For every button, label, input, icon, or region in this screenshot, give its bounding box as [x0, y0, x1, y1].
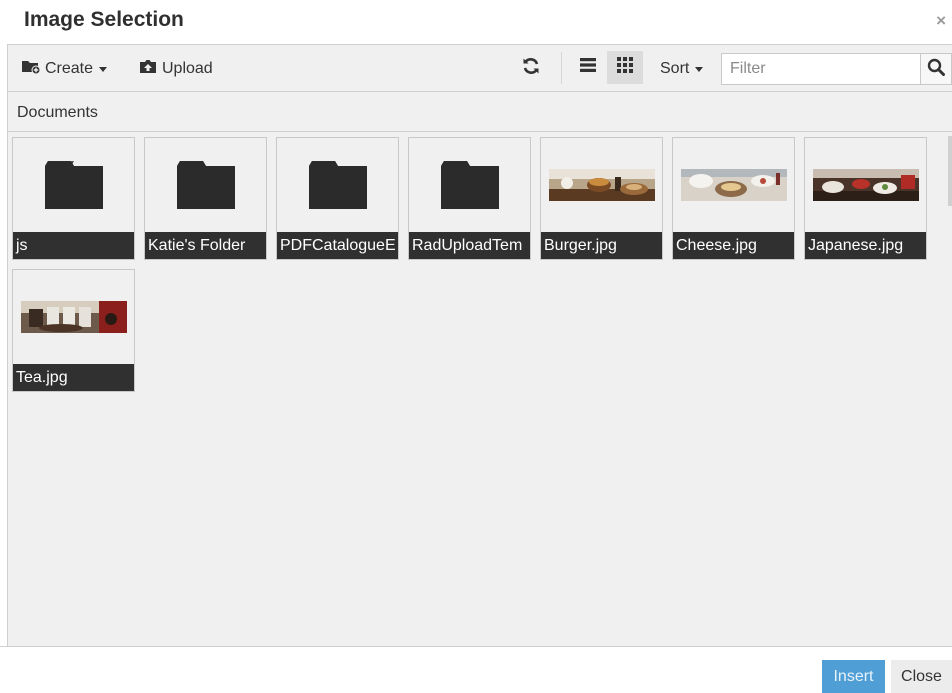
dialog-title: Image Selection	[24, 8, 184, 31]
image-thumbnail	[673, 138, 794, 232]
folder-icon	[409, 138, 530, 232]
image-item-tea[interactable]: Tea.jpg	[12, 269, 135, 392]
upload-icon	[138, 58, 158, 79]
dialog-titlebar: Image Selection ×	[0, 0, 952, 44]
close-icon[interactable]: ×	[936, 12, 946, 30]
scrollbar[interactable]	[948, 136, 952, 206]
sort-dropdown[interactable]: Sort	[660, 45, 704, 92]
image-item-cheese[interactable]: Cheese.jpg	[672, 137, 795, 260]
new-folder-icon	[21, 58, 41, 79]
item-name: js	[13, 232, 134, 259]
item-name: RadUploadTem	[409, 232, 530, 259]
search-icon	[927, 58, 945, 81]
toolbar: Create Upload Sort Filter	[8, 45, 952, 92]
refresh-button[interactable]	[521, 45, 541, 92]
upload-label: Upload	[162, 59, 213, 77]
image-thumbnail	[805, 138, 926, 232]
toolbar-divider	[561, 52, 562, 84]
upload-button[interactable]: Upload	[138, 45, 213, 92]
item-name: Japanese.jpg	[805, 232, 926, 259]
search-button[interactable]	[921, 53, 952, 85]
dialog-footer: Insert Close	[0, 646, 952, 693]
image-item-japanese[interactable]: Japanese.jpg	[804, 137, 927, 260]
item-name: PDFCatalogueE	[277, 232, 398, 259]
sort-label: Sort	[660, 59, 690, 77]
folder-item-raduploadtemp[interactable]: RadUploadTem	[408, 137, 531, 260]
folder-item-pdfcatalogue[interactable]: PDFCatalogueE	[276, 137, 399, 260]
folder-icon	[13, 138, 134, 232]
image-thumbnail	[13, 270, 134, 364]
folder-item-js[interactable]: js	[12, 137, 135, 260]
item-name: Cheese.jpg	[673, 232, 794, 259]
list-view-icon	[579, 57, 597, 78]
breadcrumb-item-documents[interactable]: Documents	[17, 104, 98, 122]
item-name: Burger.jpg	[541, 232, 662, 259]
grid-view-button[interactable]	[607, 51, 643, 84]
breadcrumb: Documents	[8, 92, 952, 132]
chevron-down-icon	[99, 67, 108, 72]
filter-input[interactable]	[721, 53, 921, 85]
chevron-down-icon	[695, 67, 704, 72]
file-list-pane: js Katie's Folder PDFCatalogueE RadUploa…	[8, 132, 952, 647]
folder-item-katies-folder[interactable]: Katie's Folder	[144, 137, 267, 260]
image-thumbnail	[541, 138, 662, 232]
folder-icon	[145, 138, 266, 232]
folder-icon	[277, 138, 398, 232]
close-button[interactable]: Close	[891, 660, 952, 693]
file-explorer: Create Upload Sort Filter Documents js K…	[7, 44, 952, 647]
list-view-button[interactable]	[570, 51, 606, 84]
insert-button[interactable]: Insert	[822, 660, 885, 693]
grid-view-icon	[616, 56, 634, 79]
item-name: Tea.jpg	[13, 364, 134, 391]
create-dropdown[interactable]: Create	[21, 45, 108, 92]
item-name: Katie's Folder	[145, 232, 266, 259]
image-item-burger[interactable]: Burger.jpg	[540, 137, 663, 260]
create-label: Create	[45, 59, 94, 77]
refresh-icon	[521, 56, 541, 81]
